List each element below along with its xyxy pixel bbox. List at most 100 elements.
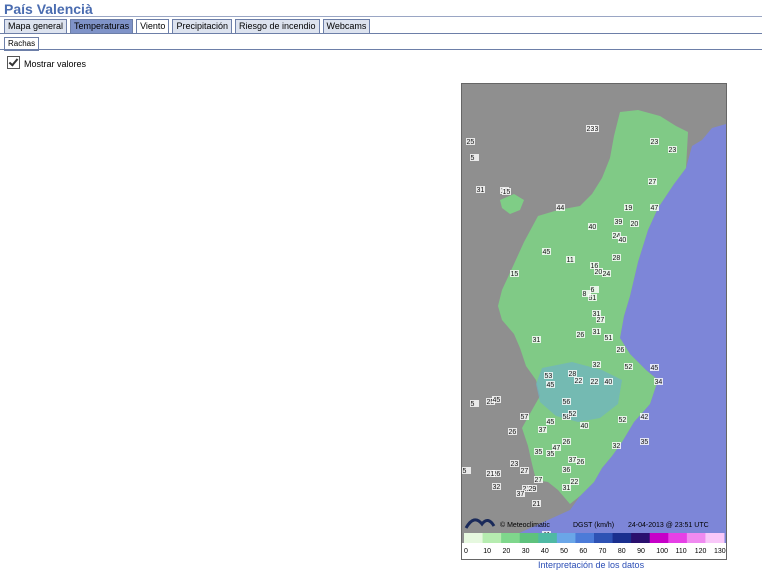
map-variable: DGST (km/h) <box>573 522 614 529</box>
scale-tick-label: 130 <box>714 548 726 555</box>
station-value: 23 <box>651 139 659 146</box>
station-value: 37 <box>569 457 577 464</box>
show-values-checkbox[interactable] <box>7 56 20 69</box>
scale-tick-label: 60 <box>579 548 587 555</box>
station-value: 35 <box>535 449 543 456</box>
station-value: 26 <box>563 439 571 446</box>
station-value: 27 <box>649 179 657 186</box>
color-scale-bar <box>464 533 725 543</box>
scale-swatch <box>649 533 669 543</box>
wind-gust-map[interactable]: 2325516232331154419272347392040244511401… <box>461 83 727 560</box>
scale-tick-label: 20 <box>502 548 510 555</box>
scale-tick-label: 110 <box>676 548 687 555</box>
station-value: 27 <box>521 468 529 475</box>
station-value: 45 <box>493 397 501 404</box>
scale-tick-label: 30 <box>522 548 530 555</box>
scale-swatch <box>464 533 484 543</box>
station-value: 42 <box>641 414 649 421</box>
station-value: 32 <box>593 362 601 369</box>
station-value: 22 <box>575 378 583 385</box>
tab-temperaturas[interactable]: Temperaturas <box>70 19 134 34</box>
station-value: 31 <box>533 337 541 344</box>
station-value: 23 <box>511 461 519 468</box>
station-value: 37 <box>539 427 547 434</box>
station-value: 28 <box>613 255 621 262</box>
scale-tick-label: 100 <box>656 548 668 555</box>
station-value: 8 <box>583 291 587 298</box>
tab-riesgo-incendio[interactable]: Riesgo de incendio <box>234 19 320 34</box>
station-value: 22 <box>571 479 579 486</box>
scale-swatch <box>705 533 725 543</box>
station-value: 40 <box>581 423 589 430</box>
scale-tick-label: 10 <box>483 548 491 555</box>
station-value: 52 <box>569 411 577 418</box>
scale-swatch <box>538 533 558 543</box>
station-value: 25 <box>467 139 475 146</box>
tab-precipitacion[interactable]: Precipitación <box>172 19 232 34</box>
scale-tick-label: 0 <box>464 548 468 555</box>
station-value: 52 <box>619 417 627 424</box>
station-value: 40 <box>619 237 627 244</box>
tab-webcams[interactable]: Webcams <box>322 19 371 34</box>
main-tabs: Mapa general Temperaturas Viento Precipi… <box>4 19 371 34</box>
station-value: 47 <box>651 205 659 212</box>
station-value: 22 <box>591 379 599 386</box>
station-value: 29 <box>529 486 537 493</box>
color-scale-ticks: 0 10 20 30 40 50 60 70 80 90 100 110 120 130 <box>462 543 726 559</box>
station-value: 31 <box>477 187 485 194</box>
station-value: 20 <box>595 269 603 276</box>
show-values-label: Mostrar valores <box>24 59 87 69</box>
station-value: 52 <box>625 364 633 371</box>
station-value: 27 <box>597 317 605 324</box>
station-value: 26 <box>577 332 585 339</box>
station-value: 35 <box>641 439 649 446</box>
station-value: 56 <box>563 399 571 406</box>
station-value: 15 <box>511 271 519 278</box>
station-value: 23 <box>669 147 677 154</box>
station-value: 5 <box>471 401 475 408</box>
station-value: 26 <box>577 459 585 466</box>
scale-swatch <box>501 533 521 543</box>
station-value: 28 <box>569 371 577 378</box>
station-value: 34 <box>655 379 663 386</box>
scale-tick-label: 70 <box>599 548 607 555</box>
station-value: 21 <box>487 471 495 478</box>
station-value: 35 <box>547 451 555 458</box>
station-value: 51 <box>605 335 613 342</box>
scale-swatch <box>594 533 614 543</box>
scale-swatch <box>631 533 651 543</box>
station-value: 27 <box>535 477 543 484</box>
station-value: 32 <box>493 484 501 491</box>
scale-swatch <box>482 533 502 543</box>
map-credit: © Meteoclimatic <box>500 521 550 529</box>
station-value: 5 <box>463 468 467 475</box>
subtabs-divider <box>0 49 762 50</box>
scale-swatch <box>668 533 688 543</box>
station-value: 39 <box>615 219 623 226</box>
scale-swatch <box>575 533 595 543</box>
page-title: País Valencià <box>4 1 93 17</box>
station-value: 15 <box>503 189 511 196</box>
station-value: 44 <box>557 205 565 212</box>
scale-tick-label: 80 <box>618 548 626 555</box>
tabs-divider <box>0 33 762 34</box>
scale-swatch <box>612 533 632 543</box>
station-value: 6 <box>591 287 595 294</box>
title-divider <box>0 16 762 17</box>
station-value: 45 <box>547 419 555 426</box>
map-timestamp: 24-04-2013 @ 23:51 UTC <box>628 522 709 529</box>
station-value: 19 <box>625 205 633 212</box>
station-value: 57 <box>521 414 529 421</box>
tab-viento[interactable]: Viento <box>136 19 170 34</box>
station-value: 40 <box>589 224 597 231</box>
scale-swatch <box>519 533 539 543</box>
scale-swatch <box>556 533 576 543</box>
station-value: 53 <box>545 373 553 380</box>
station-value: 45 <box>547 382 555 389</box>
station-value: 26 <box>617 347 625 354</box>
map-canvas: 2325516232331154419272347392040244511401… <box>462 84 726 559</box>
station-value: 23 <box>587 126 595 133</box>
tab-mapa-general[interactable]: Mapa general <box>4 19 68 34</box>
scale-tick-label: 120 <box>695 548 707 555</box>
scale-tick-label: 50 <box>560 548 568 555</box>
